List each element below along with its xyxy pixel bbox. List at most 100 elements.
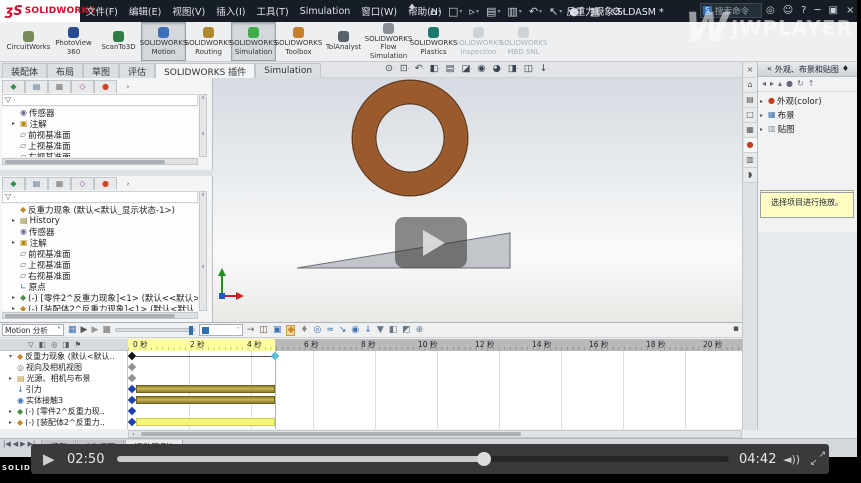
expand-arrow-icon[interactable]: ▸ bbox=[9, 375, 15, 382]
player-progress-bar[interactable] bbox=[117, 456, 729, 462]
filter-selected-icon[interactable]: ◩ bbox=[402, 326, 411, 335]
results-arrow-icon[interactable]: → bbox=[247, 326, 255, 335]
motion-tree-item[interactable]: ◎ 视向及相机视图 bbox=[0, 362, 127, 373]
solidworks-mbd-snl-button[interactable]: SOLIDWORKS MBD SNL bbox=[501, 22, 546, 61]
tree-item[interactable]: ▱ 上视基准面 bbox=[2, 140, 198, 151]
solidworks-flow-simulation-button[interactable]: SOLIDWORKS Flow Simulation bbox=[366, 22, 411, 61]
expand-arrow-icon[interactable]: ▾ bbox=[9, 353, 15, 360]
timeline-row[interactable] bbox=[128, 373, 742, 384]
configurationmanager-tab[interactable]: ▦ bbox=[48, 177, 71, 190]
menu-item[interactable]: Simulation bbox=[300, 6, 351, 17]
timeline-bar[interactable] bbox=[136, 418, 275, 426]
menu-item[interactable]: 编辑(E) bbox=[129, 4, 161, 18]
filter-flag-icon[interactable]: ⚑ bbox=[75, 341, 82, 349]
view-settings-icon[interactable]: ◫· bbox=[524, 63, 535, 74]
tree-item[interactable]: ▸ ▤ History bbox=[2, 215, 198, 226]
tree-item[interactable]: ▸ ▣ 注解 bbox=[2, 237, 198, 248]
menu-item[interactable]: 插入(I) bbox=[216, 4, 245, 18]
tree-item[interactable]: ▱ 前视基准面 bbox=[2, 248, 198, 259]
pin-pane-icon[interactable]: ♦ bbox=[842, 65, 849, 73]
expand-arrow-icon[interactable]: ▸ bbox=[12, 239, 18, 246]
horizontal-scrollbar[interactable] bbox=[2, 312, 198, 319]
3d-drawing-view-icon[interactable]: ↓· bbox=[540, 63, 550, 74]
timebar-slider[interactable] bbox=[115, 328, 195, 332]
tree-item[interactable]: ◆ 反重力现象 (默认<默认_显示状态-1>) bbox=[2, 204, 198, 215]
first-study-icon[interactable]: |◀ bbox=[3, 441, 11, 448]
forward-icon[interactable]: ▸ bbox=[770, 80, 774, 88]
tree-item[interactable]: ▸ ◆ (-) [装配体2^反重力现象]<1> (默认<默认_显示状态- bbox=[2, 303, 198, 311]
dimxpertmanager-tab[interactable]: ◇ bbox=[71, 177, 94, 190]
graphics-viewport[interactable] bbox=[213, 78, 742, 322]
solidworks-simulation-button[interactable]: SOLIDWORKS Simulation bbox=[231, 22, 276, 61]
timeline-row[interactable] bbox=[128, 351, 742, 362]
tree-item[interactable]: ▸ ▥ 贴图 bbox=[758, 122, 857, 136]
tree-item[interactable]: ◉ 传感器 bbox=[2, 107, 198, 118]
timeline-row[interactable] bbox=[128, 428, 742, 429]
tree-item[interactable]: ▱ 前视基准面 bbox=[2, 129, 198, 140]
tab-overflow-icon[interactable]: › bbox=[122, 80, 134, 93]
gravity-icon[interactable]: ↓ bbox=[364, 326, 372, 335]
expand-arrow-icon[interactable]: ▸ bbox=[760, 126, 766, 133]
slider-thumb[interactable] bbox=[189, 326, 193, 335]
motion-tree-item[interactable]: ↓ 引力 bbox=[0, 384, 127, 395]
tree-item[interactable]: ▱ 右视基准面 bbox=[2, 270, 198, 281]
animation-wizard-icon[interactable]: ▣ bbox=[273, 326, 282, 335]
tab-overflow-icon[interactable]: › bbox=[122, 177, 134, 190]
tree-item[interactable]: ∟ 原点 bbox=[2, 281, 198, 292]
filter-animated-icon[interactable]: ◧ bbox=[389, 326, 398, 335]
collapse-motionmanager-icon[interactable]: ▪ bbox=[733, 325, 739, 334]
configurationmanager-tab[interactable]: ▦ bbox=[48, 80, 71, 93]
up-folder-icon[interactable]: ▴ bbox=[778, 80, 782, 88]
pin-menu-icon[interactable]: ♦ bbox=[408, 4, 416, 13]
timeline-bar[interactable] bbox=[135, 356, 272, 357]
command-tab[interactable]: 评估 bbox=[119, 63, 155, 78]
expand-arrow-icon[interactable]: ▸ bbox=[760, 98, 766, 105]
expand-arrow-icon[interactable]: ▸ bbox=[12, 217, 18, 224]
section-view-icon[interactable]: ◧· bbox=[430, 63, 441, 74]
menu-item[interactable]: 窗口(W) bbox=[361, 4, 397, 18]
keypoint-icon[interactable] bbox=[128, 374, 136, 382]
solidworks-toolbox-button[interactable]: SOLIDWORKS Toolbox bbox=[276, 22, 321, 61]
tree-item[interactable]: ▸ ▣ 注解 bbox=[2, 118, 198, 129]
design-library-icon[interactable]: ▤ bbox=[744, 93, 757, 108]
add-key-icon[interactable]: ♦ bbox=[300, 326, 308, 335]
force-icon[interactable]: ↘ bbox=[339, 326, 347, 335]
play-from-start-icon[interactable]: ▶ bbox=[81, 326, 88, 335]
keypoint-icon[interactable] bbox=[128, 407, 136, 415]
collapse-pane-icon[interactable]: « bbox=[767, 65, 772, 73]
view-orientation-icon[interactable]: ▤· bbox=[446, 63, 457, 74]
tree-item[interactable]: ▸ ◆ (-) [零件2^反重力现象]<1> (默认<<默认>_显示状态 bbox=[2, 292, 198, 303]
photoview-360-button[interactable]: PhotoView 360 bbox=[51, 22, 96, 61]
filter-all-icon[interactable]: ▼ bbox=[377, 326, 384, 335]
home-icon[interactable]: ⌂▾ bbox=[430, 6, 441, 17]
close-pane-icon[interactable]: × bbox=[744, 63, 757, 78]
tree-item[interactable]: ▸ ● 外观(color) bbox=[758, 94, 857, 108]
menu-item[interactable]: 工具(T) bbox=[256, 4, 288, 18]
filter-camera-icon[interactable]: ◎ bbox=[51, 341, 58, 349]
horizontal-scrollbar[interactable] bbox=[2, 158, 198, 165]
tree-filter-input[interactable]: ▽· bbox=[2, 94, 198, 106]
next-study-icon[interactable]: ▶ bbox=[20, 441, 25, 448]
motion-tree-item[interactable]: ▸ ▤ 光源、相机与布景 bbox=[0, 373, 127, 384]
new-document-icon[interactable]: □▾ bbox=[448, 6, 462, 17]
circuitworks-button[interactable]: CircuitWorks bbox=[6, 22, 51, 61]
calculate-icon[interactable]: ▦ bbox=[68, 326, 77, 335]
tree-item[interactable]: ◉ 传感器 bbox=[2, 226, 198, 237]
displaymanager-tab[interactable]: ● bbox=[94, 177, 117, 190]
playback-speed-select[interactable]: ˅ bbox=[199, 324, 243, 336]
zoom-fit-icon[interactable]: ⊙· bbox=[385, 63, 395, 74]
command-tab[interactable]: 布局 bbox=[47, 63, 83, 78]
scroll-left-icon[interactable]: ‹ bbox=[129, 431, 138, 438]
timeline-row[interactable] bbox=[128, 417, 742, 428]
motor-icon[interactable]: ◎ bbox=[313, 326, 321, 335]
contact-icon[interactable]: ◉ bbox=[351, 326, 359, 335]
displaymanager-tab[interactable]: ● bbox=[94, 80, 117, 93]
appearances-pane-icon[interactable]: ● bbox=[744, 138, 757, 153]
solidworks-routing-button[interactable]: SOLIDWORKS Routing bbox=[186, 22, 231, 61]
vertical-scrollbar[interactable]: ∧∨ bbox=[199, 191, 207, 311]
play-icon[interactable]: ▶ bbox=[91, 326, 98, 335]
filter-drive-icon[interactable]: ◧ bbox=[39, 341, 46, 349]
appearance-ball-icon[interactable]: ● bbox=[786, 80, 793, 88]
vertical-scrollbar[interactable]: ∧∨ bbox=[199, 94, 207, 157]
motion-tree-item[interactable]: ▸ ◆ (-) [零件2^反重力现.. bbox=[0, 406, 127, 417]
